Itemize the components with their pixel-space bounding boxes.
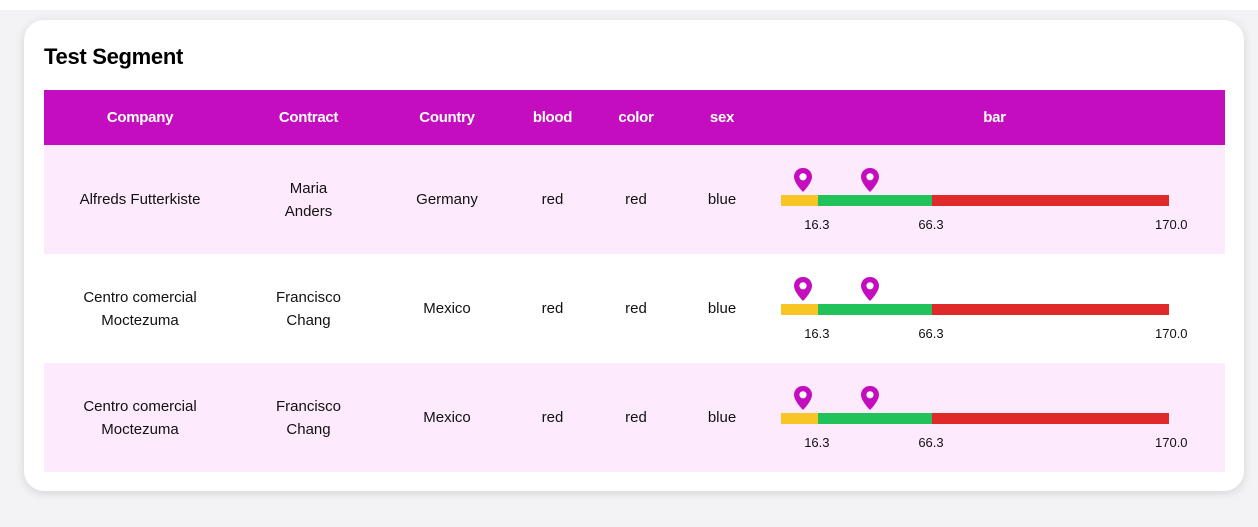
- cell-company: Centro comercial Moctezuma: [44, 254, 236, 363]
- color-text: red: [625, 191, 647, 208]
- table-row[interactable]: Centro comercial Moctezuma Francisco Chang M…: [44, 363, 1225, 472]
- company-text: Centro comercial Moctezuma: [44, 286, 236, 332]
- cell-color: red: [592, 254, 680, 363]
- cell-blood: red: [513, 363, 592, 472]
- top-strip: [0, 0, 1258, 10]
- range-bar: 16.3 66.3 170.0: [764, 254, 1188, 363]
- bar-tick-label: 170.0: [1155, 217, 1188, 232]
- bar-tick-label: 66.3: [918, 217, 944, 232]
- country-text: Mexico: [423, 300, 471, 317]
- company-line: Centro comercial: [83, 288, 197, 306]
- segment-table: Company Contract Country blood color sex bar A…: [44, 90, 1225, 472]
- cell-company: Centro comercial Moctezuma: [44, 363, 236, 472]
- contract-line: Chang: [286, 420, 331, 438]
- sex-text: blue: [707, 300, 737, 317]
- column-header-country[interactable]: Country: [381, 90, 513, 145]
- blood-text: red: [541, 300, 564, 317]
- segment-high: [932, 413, 1169, 424]
- contract-line: Maria: [289, 179, 328, 197]
- cell-blood: red: [513, 145, 592, 254]
- contract-line: Chang: [286, 311, 331, 329]
- cell-country: Mexico: [381, 363, 513, 472]
- page: Test Segment Company Contract Country blood…: [0, 0, 1258, 527]
- card-title: Test Segment: [44, 44, 184, 69]
- cell-blood: red: [513, 254, 592, 363]
- color-text: red: [625, 300, 647, 317]
- cell-sex: blue: [680, 363, 764, 472]
- segment-mid: [818, 304, 933, 315]
- range-bar: 16.3 66.3 170.0: [764, 363, 1188, 472]
- country-text: Mexico: [423, 409, 471, 426]
- column-header-blood[interactable]: blood: [513, 90, 592, 145]
- contract-line: Francisco: [275, 288, 342, 306]
- cell-color: red: [592, 145, 680, 254]
- column-header-sex[interactable]: sex: [680, 90, 764, 145]
- segment-low: [781, 304, 819, 315]
- cell-country: Mexico: [381, 254, 513, 363]
- table-row[interactable]: Centro comercial Moctezuma Francisco Chang M…: [44, 254, 1225, 363]
- cell-color: red: [592, 363, 680, 472]
- contract-line: Anders: [284, 202, 333, 220]
- segment-low: [781, 195, 819, 206]
- marker-pin-icon[interactable]: [860, 385, 880, 411]
- company-line: Centro comercial: [83, 397, 197, 415]
- cell-contract: Francisco Chang: [236, 363, 381, 472]
- segment-mid: [818, 195, 933, 206]
- country-text: Germany: [416, 191, 478, 208]
- column-header-contract[interactable]: Contract: [236, 90, 381, 145]
- cell-bar: 16.3 66.3 170.0: [764, 363, 1225, 472]
- sex-text: blue: [707, 409, 737, 426]
- segment-low: [781, 413, 819, 424]
- range-bar: 16.3 66.3 170.0: [764, 145, 1188, 254]
- cell-sex: blue: [680, 145, 764, 254]
- bar-tick-label: 16.3: [804, 435, 830, 450]
- table-row[interactable]: Alfreds Futterkiste Maria Anders Germany red…: [44, 145, 1225, 254]
- contract-text: Francisco Chang: [236, 286, 381, 332]
- cell-company: Alfreds Futterkiste: [44, 145, 236, 254]
- segment-card: Test Segment Company Contract Country blood…: [24, 20, 1244, 491]
- column-header-color[interactable]: color: [592, 90, 680, 145]
- bar-tick-label: 16.3: [804, 326, 830, 341]
- company-line: Moctezuma: [101, 311, 179, 329]
- blood-text: red: [541, 409, 564, 426]
- column-header-bar[interactable]: bar: [764, 90, 1225, 145]
- segment-high: [932, 195, 1169, 206]
- bar-tick-label: 66.3: [918, 435, 944, 450]
- contract-text: Maria Anders: [236, 177, 381, 223]
- marker-pin-icon[interactable]: [793, 276, 813, 302]
- contract-line: Francisco: [275, 397, 342, 415]
- sex-text: blue: [707, 191, 737, 208]
- cell-country: Germany: [381, 145, 513, 254]
- bar-tick-label: 66.3: [918, 326, 944, 341]
- company-text: Centro comercial Moctezuma: [44, 395, 236, 441]
- contract-text: Francisco Chang: [236, 395, 381, 441]
- bar-tick-label: 170.0: [1155, 435, 1188, 450]
- cell-bar: 16.3 66.3 170.0: [764, 145, 1225, 254]
- cell-bar: 16.3 66.3 170.0: [764, 254, 1225, 363]
- marker-pin-icon[interactable]: [860, 167, 880, 193]
- company-line: Moctezuma: [101, 420, 179, 438]
- cell-sex: blue: [680, 254, 764, 363]
- marker-pin-icon[interactable]: [860, 276, 880, 302]
- company-text: Alfreds Futterkiste: [44, 188, 236, 211]
- cell-contract: Maria Anders: [236, 145, 381, 254]
- segment-high: [932, 304, 1169, 315]
- table-header-row: Company Contract Country blood color sex bar: [44, 90, 1225, 145]
- segment-mid: [818, 413, 933, 424]
- blood-text: red: [541, 191, 564, 208]
- marker-pin-icon[interactable]: [793, 385, 813, 411]
- marker-pin-icon[interactable]: [793, 167, 813, 193]
- company-line: Alfreds Futterkiste: [79, 191, 201, 208]
- bar-tick-label: 170.0: [1155, 326, 1188, 341]
- bar-tick-label: 16.3: [804, 217, 830, 232]
- color-text: red: [625, 409, 647, 426]
- table-body: Alfreds Futterkiste Maria Anders Germany red…: [44, 145, 1225, 472]
- cell-contract: Francisco Chang: [236, 254, 381, 363]
- column-header-company[interactable]: Company: [44, 90, 236, 145]
